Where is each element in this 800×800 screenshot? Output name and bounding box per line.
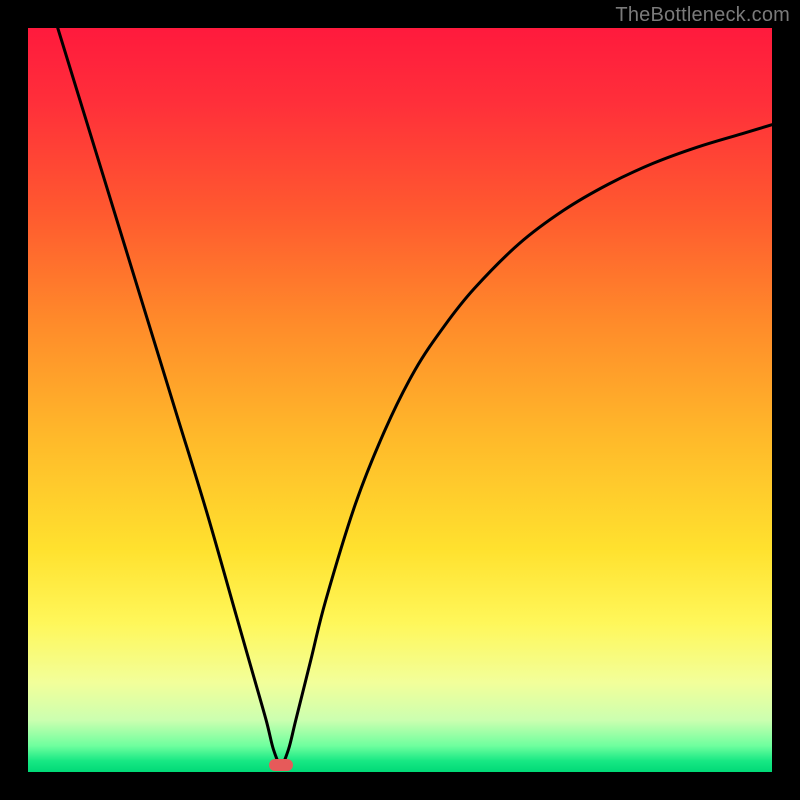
chart-frame: [28, 28, 772, 772]
watermark-text: TheBottleneck.com: [615, 4, 790, 27]
plot-area: [28, 28, 772, 772]
minimum-marker: [269, 759, 293, 771]
